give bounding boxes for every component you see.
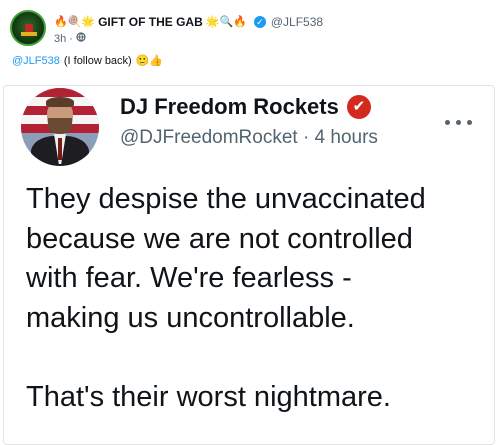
post-emoji: 🙂👍 [135, 55, 164, 67]
name-prefix-emoji: 🔥🍭🌟 [54, 15, 96, 28]
quoted-avatar[interactable] [21, 88, 99, 166]
post-body: @JLF538 (I follow back) 🙂👍 [12, 54, 164, 68]
avatar-logo-bar [21, 32, 37, 36]
avatar[interactable] [10, 10, 46, 46]
globe-icon [76, 32, 86, 45]
post-text: (I follow back) [63, 54, 132, 67]
quoted-tweet-text: They despise the unvaccinated because we… [26, 183, 426, 413]
avatar-tie [58, 138, 62, 160]
quoted-handle-time[interactable]: @DJFreedomRocket · 4 hours [120, 127, 378, 149]
quoted-author-line: DJ Freedom Rockets ✔ [120, 94, 371, 120]
author-line: 🔥🍭🌟 GIFT OF THE GAB 🌟🔍🔥 ✓ @JLF538 [54, 13, 323, 31]
mention-link[interactable]: @JLF538 [12, 55, 60, 67]
author-handle[interactable]: @JLF538 [271, 15, 323, 29]
more-options-icon[interactable] [440, 112, 476, 132]
author-display-name[interactable]: GIFT OF THE GAB [98, 15, 203, 29]
avatar-beard [48, 118, 72, 134]
top-post: 🔥🍭🌟 GIFT OF THE GAB 🌟🔍🔥 ✓ @JLF538 3h · @… [0, 0, 500, 82]
avatar-hair [46, 97, 74, 107]
post-meta: 3h · [54, 32, 86, 45]
meta-separator: · [69, 32, 73, 45]
quoted-tweet-card[interactable]: DJ Freedom Rockets ✔ @DJFreedomRocket · … [3, 85, 495, 445]
verified-badge-icon: ✓ [253, 16, 266, 28]
quoted-display-name[interactable]: DJ Freedom Rockets [120, 94, 339, 120]
verified-badge-icon: ✔ [346, 95, 371, 119]
name-suffix-emoji: 🌟🔍🔥 [205, 15, 247, 28]
post-time[interactable]: 3h [54, 33, 66, 45]
flag-stripe [21, 88, 99, 97]
